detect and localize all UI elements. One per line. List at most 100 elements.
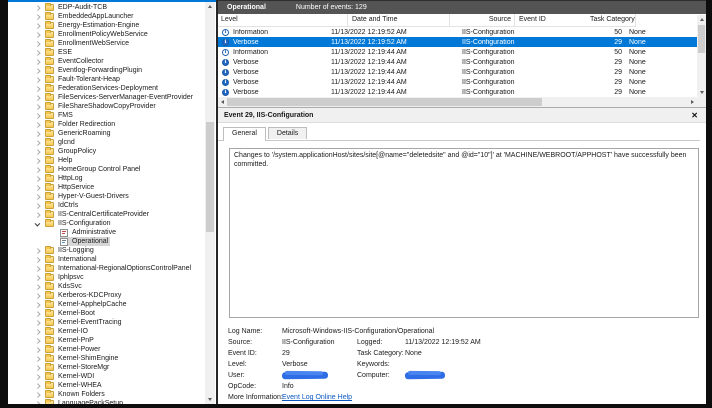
chevron-icon[interactable] — [30, 132, 45, 136]
column-header[interactable]: Source — [450, 14, 515, 27]
chevron-icon[interactable] — [30, 105, 45, 109]
tree-item[interactable]: EnrollmentWebService — [8, 39, 205, 48]
chevron-icon[interactable] — [30, 258, 45, 262]
scroll-left-icon[interactable] — [218, 97, 227, 107]
tree-item[interactable]: Hyper-V-Guest-Drivers — [8, 192, 205, 201]
scroll-down-icon[interactable] — [205, 395, 215, 404]
scroll-up-icon[interactable] — [205, 2, 215, 11]
scroll-up-icon[interactable] — [697, 15, 706, 24]
tree-item[interactable]: Energy-Estimation-Engine — [8, 21, 205, 30]
detail-tab[interactable]: General — [223, 127, 266, 141]
chevron-icon[interactable] — [30, 69, 45, 73]
tree-item[interactable]: HomeGroup Control Panel — [8, 165, 205, 174]
chevron-icon[interactable] — [30, 78, 45, 82]
event-row[interactable]: Verbose 11/13/2022 12:19:44 AM IIS-Confi… — [218, 57, 697, 67]
tree-item[interactable]: International — [8, 255, 205, 264]
chevron-icon[interactable] — [30, 96, 45, 100]
tree-item[interactable]: IIS-CentralCertificateProvider — [8, 210, 205, 219]
chevron-icon[interactable] — [30, 141, 45, 145]
tree-item[interactable]: Known Folders — [8, 390, 205, 399]
chevron-icon[interactable] — [30, 159, 45, 163]
tree-item[interactable]: Kernel-WDI — [8, 372, 205, 381]
column-header[interactable]: Date and Time — [348, 14, 450, 27]
column-header[interactable]: Task Category — [587, 14, 636, 27]
event-row[interactable]: Verbose 11/13/2022 12:19:44 AM IIS-Confi… — [218, 87, 697, 97]
chevron-icon[interactable] — [30, 33, 45, 37]
tree-item[interactable]: FileShareShadowCopyProvider — [8, 102, 205, 111]
tree-item[interactable]: Kernel-ApphelpCache — [8, 300, 205, 309]
tree-item[interactable]: Fault-Tolerant-Heap — [8, 75, 205, 84]
close-icon[interactable]: ✕ — [691, 110, 698, 121]
tree-item[interactable]: EDP-Audit-TCB — [8, 3, 205, 12]
event-row[interactable]: Information 11/13/2022 12:19:52 AM IIS-C… — [218, 27, 697, 37]
chevron-icon[interactable] — [30, 60, 45, 64]
tree-item[interactable]: Kernel-WHEA — [8, 381, 205, 390]
tree-scrollbar[interactable] — [205, 2, 215, 404]
chevron-icon[interactable] — [30, 285, 45, 289]
event-row[interactable]: Verbose 11/13/2022 12:19:52 AM IIS-Confi… — [218, 37, 697, 47]
chevron-icon[interactable] — [30, 213, 45, 217]
chevron-icon[interactable] — [30, 204, 45, 208]
chevron-icon[interactable] — [30, 186, 45, 190]
tree-item[interactable]: IdCtrls — [8, 201, 205, 210]
tree-item[interactable]: Kernel-Boot — [8, 309, 205, 318]
tree-item[interactable]: glcnd — [8, 138, 205, 147]
tree-item[interactable]: Folder Redirection — [8, 120, 205, 129]
tree-item[interactable]: GenericRoaming — [8, 129, 205, 138]
event-list-vertical-scrollbar[interactable] — [697, 15, 706, 97]
column-header[interactable]: Level — [218, 14, 348, 27]
tree-item[interactable]: HttpLog — [8, 174, 205, 183]
tree-item[interactable]: Operational — [8, 237, 205, 246]
detail-tab[interactable]: Details — [267, 127, 308, 139]
tree-item[interactable]: Administrative — [8, 228, 205, 237]
tree-item[interactable]: Iphlpsvc — [8, 273, 205, 282]
tree-scrollbar-thumb[interactable] — [206, 122, 214, 232]
chevron-icon[interactable] — [30, 366, 45, 370]
chevron-icon[interactable] — [30, 267, 45, 271]
tree-item[interactable]: International-RegionalOptionsControlPane… — [8, 264, 205, 273]
chevron-icon[interactable] — [30, 6, 45, 10]
scroll-right-icon[interactable] — [688, 97, 697, 107]
chevron-icon[interactable] — [30, 339, 45, 343]
tree-item[interactable]: Kernel-StoreMgr — [8, 363, 205, 372]
tree-item[interactable]: Kerberos-KDCProxy — [8, 291, 205, 300]
tree-item[interactable]: LanguagePackSetup — [8, 399, 205, 404]
chevron-icon[interactable] — [30, 195, 45, 199]
tree-item[interactable]: KdsSvc — [8, 282, 205, 291]
tree-item[interactable]: HttpService — [8, 183, 205, 192]
event-log-online-help-link[interactable]: Event Log Online Help — [282, 394, 352, 401]
chevron-icon[interactable] — [30, 249, 45, 253]
chevron-icon[interactable] — [30, 384, 45, 388]
tree-item[interactable]: Eventlog-ForwardingPlugin — [8, 66, 205, 75]
chevron-icon[interactable] — [30, 150, 45, 154]
column-header[interactable]: Event ID — [515, 14, 587, 27]
chevron-icon[interactable] — [30, 51, 45, 55]
tree-item[interactable]: Kernel-ShimEngine — [8, 354, 205, 363]
tree-item[interactable]: IIS-Logging — [8, 246, 205, 255]
chevron-icon[interactable] — [30, 42, 45, 46]
event-row[interactable]: Verbose 11/13/2022 12:19:44 AM IIS-Confi… — [218, 77, 697, 87]
tree-item[interactable]: FMS — [8, 111, 205, 120]
tree-item[interactable]: Kernel-PnP — [8, 336, 205, 345]
event-row[interactable]: Information 11/13/2022 12:19:44 AM IIS-C… — [218, 47, 697, 57]
tree-item[interactable]: EnrollmentPolicyWebService — [8, 30, 205, 39]
scrollbar-thumb[interactable] — [227, 98, 542, 106]
tree-item[interactable]: EmbeddedAppLauncher — [8, 12, 205, 21]
chevron-icon[interactable] — [30, 114, 45, 118]
tree-item[interactable]: GroupPolicy — [8, 147, 205, 156]
chevron-icon[interactable] — [30, 24, 45, 28]
chevron-icon[interactable] — [30, 222, 45, 226]
tree-item[interactable]: Help — [8, 156, 205, 165]
chevron-icon[interactable] — [30, 393, 45, 397]
tree-item[interactable]: FederationServices-Deployment — [8, 84, 205, 93]
chevron-icon[interactable] — [30, 348, 45, 352]
chevron-icon[interactable] — [30, 294, 45, 298]
chevron-icon[interactable] — [30, 276, 45, 280]
tree-item[interactable]: Kernel-EventTracing — [8, 318, 205, 327]
chevron-icon[interactable] — [30, 15, 45, 19]
chevron-icon[interactable] — [30, 402, 45, 404]
chevron-icon[interactable] — [30, 87, 45, 91]
tree-item[interactable]: EventCollector — [8, 57, 205, 66]
event-row[interactable]: Verbose 11/13/2022 12:19:44 AM IIS-Confi… — [218, 67, 697, 77]
chevron-icon[interactable] — [30, 375, 45, 379]
